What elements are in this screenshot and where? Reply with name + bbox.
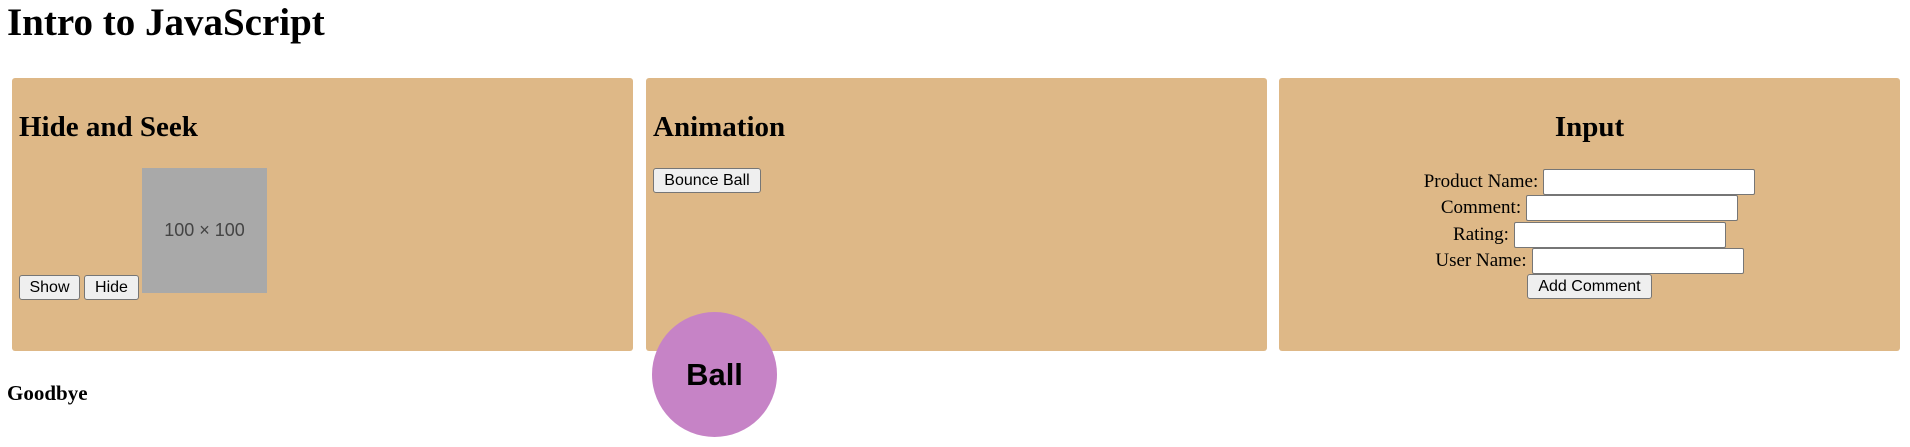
rating-input[interactable] (1513, 221, 1726, 248)
ball: Ball (652, 312, 777, 437)
show-button[interactable]: Show (19, 275, 80, 300)
rating-row: Rating: (1279, 221, 1900, 248)
animation-heading: Animation (653, 111, 786, 143)
bounce-ball-button[interactable]: Bounce Ball (653, 168, 761, 193)
page-title: Intro to JavaScript (7, 1, 325, 44)
add-comment-button[interactable]: Add Comment (1527, 274, 1652, 299)
product-name-row: Product Name: (1279, 168, 1900, 195)
input-panel: Input Product Name: Comment: Rating: Use… (1279, 78, 1900, 351)
comment-row: Comment: (1279, 194, 1900, 221)
product-name-input[interactable] (1543, 168, 1756, 195)
user-name-row: User Name: (1279, 247, 1900, 274)
input-heading: Input (1554, 111, 1625, 143)
user-name-input[interactable] (1531, 247, 1744, 274)
hide-button[interactable]: Hide (84, 275, 139, 300)
hide-and-seek-heading: Hide and Seek (19, 111, 198, 143)
ball-label: Ball (686, 356, 743, 392)
comment-input[interactable] (1526, 194, 1739, 221)
goodbye-text: Goodbye (7, 381, 88, 405)
user-name-label: User Name: (1435, 249, 1527, 271)
animation-panel: Animation Bounce Ball (646, 78, 1267, 351)
placeholder-image-label: 100 × 100 (164, 220, 245, 240)
rating-label: Rating: (1453, 223, 1509, 245)
product-name-label: Product Name: (1423, 170, 1539, 192)
hide-and-seek-panel: Hide and Seek Show Hide 100 × 100 (12, 78, 633, 351)
comment-label: Comment: (1440, 196, 1522, 218)
placeholder-image: 100 × 100 (142, 168, 267, 293)
